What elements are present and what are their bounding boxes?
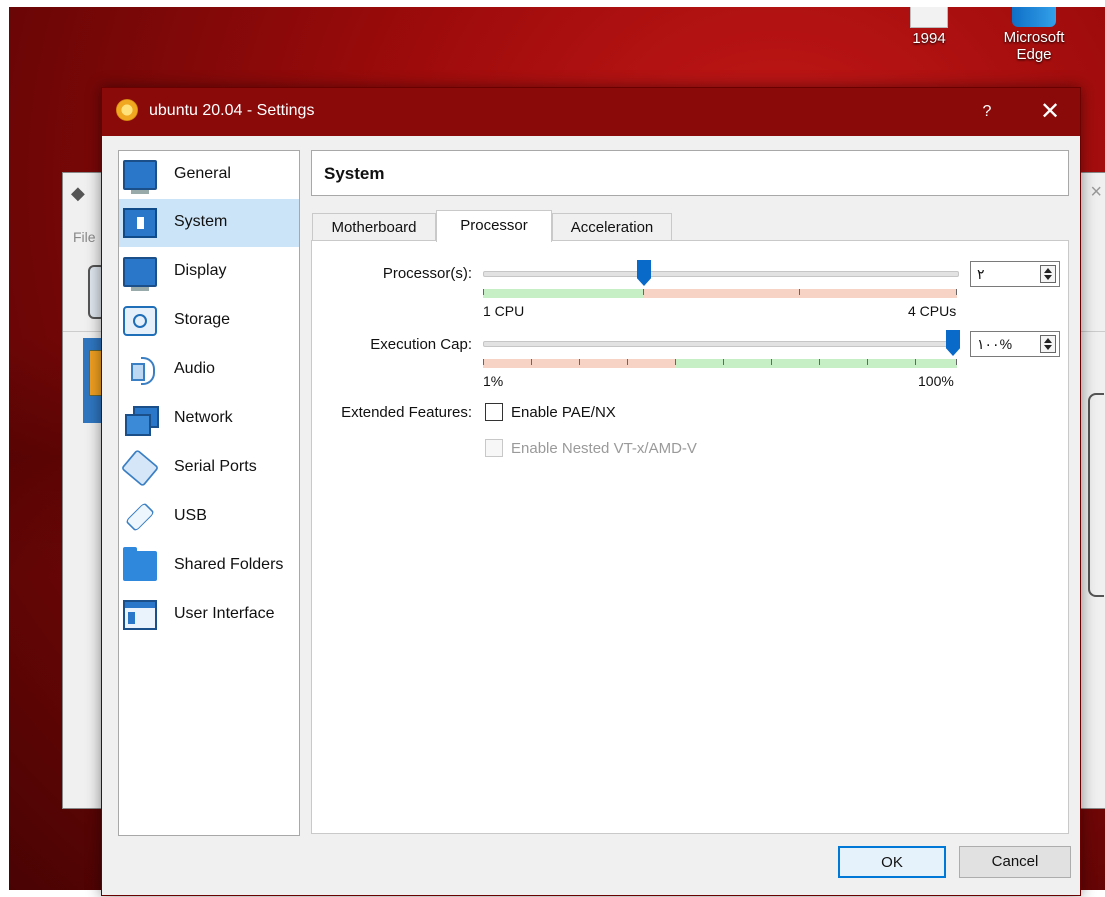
- close-icon[interactable]: ×: [1090, 181, 1102, 204]
- category-label: General: [174, 165, 231, 182]
- tab-motherboard[interactable]: Motherboard: [312, 213, 436, 241]
- tab-processor[interactable]: Processor: [436, 210, 552, 242]
- tick: [483, 289, 484, 295]
- processors-min-label: 1 CPU: [483, 303, 525, 319]
- general-icon: [123, 160, 157, 194]
- tick: [675, 359, 676, 365]
- ok-button[interactable]: OK: [838, 846, 946, 878]
- desktop-icon-label: Microsoft: [1003, 29, 1065, 46]
- menu-file[interactable]: File: [73, 229, 96, 245]
- processors-range-over: [643, 289, 957, 298]
- execution-cap-spin-buttons[interactable]: [1040, 335, 1056, 353]
- audio-icon: [123, 355, 157, 385]
- settings-gear-icon: [116, 99, 138, 121]
- desktop-icon-label: Edge: [1016, 46, 1052, 63]
- category-usb[interactable]: USB: [119, 493, 299, 541]
- category-shared-folders[interactable]: Shared Folders: [119, 542, 299, 590]
- processors-spinbox[interactable]: ٢: [970, 261, 1060, 287]
- enable-pae-nx-label[interactable]: Enable PAE/NX: [511, 404, 616, 421]
- category-label: Audio: [174, 360, 215, 377]
- system-icon: [123, 208, 157, 238]
- usb-icon: [125, 502, 155, 532]
- execution-cap-min-label: 1%: [483, 373, 504, 389]
- tick: [771, 359, 772, 365]
- category-label: USB: [174, 507, 207, 524]
- enable-nested-vt-label: Enable Nested VT-x/AMD-V: [511, 440, 697, 457]
- dialog-title: ubuntu 20.04 - Settings: [149, 102, 315, 119]
- side-panel-edge: [1088, 393, 1104, 597]
- storage-icon: [123, 306, 157, 336]
- processors-slider-thumb[interactable]: [637, 260, 651, 286]
- category-storage[interactable]: Storage: [119, 297, 299, 345]
- tick: [643, 289, 644, 295]
- category-label: Shared Folders: [174, 556, 284, 573]
- processors-spin-buttons[interactable]: [1040, 265, 1056, 283]
- enable-pae-nx-checkbox[interactable]: [485, 403, 503, 421]
- processors-range-good: [483, 289, 643, 298]
- execution-cap-spinbox[interactable]: ١٠٠%: [970, 331, 1060, 357]
- enable-nested-vt-checkbox: [485, 439, 503, 457]
- processor-tab-panel: Processor(s): 1 CPU 4 CPUs ٢ Execution C…: [311, 240, 1069, 834]
- spin-up-arrow-icon[interactable]: [1044, 268, 1052, 273]
- help-button[interactable]: ?: [972, 98, 1002, 126]
- extended-features-label: Extended Features:: [341, 404, 472, 421]
- spin-up-arrow-icon[interactable]: [1044, 338, 1052, 343]
- close-button[interactable]: ✕: [1032, 96, 1068, 128]
- category-general[interactable]: General: [119, 151, 299, 199]
- tick: [579, 359, 580, 365]
- category-label: Storage: [174, 311, 231, 328]
- tick: [956, 289, 957, 295]
- desktop-icon-label: 1994: [912, 30, 946, 47]
- category-display[interactable]: Display: [119, 248, 299, 296]
- tick: [531, 359, 532, 365]
- serial-ports-icon: [120, 448, 160, 488]
- execution-cap-value: ١٠٠%: [977, 336, 1013, 352]
- tab-acceleration[interactable]: Acceleration: [552, 213, 672, 241]
- tick: [799, 289, 800, 295]
- virtualbox-logo-icon: ◆: [71, 183, 85, 203]
- section-header: System: [311, 150, 1069, 196]
- category-label: Network: [174, 409, 233, 426]
- title-bar[interactable]: ubuntu 20.04 - Settings ? ✕: [102, 88, 1080, 136]
- tick: [819, 359, 820, 365]
- tick: [723, 359, 724, 365]
- document-icon: [910, 7, 948, 28]
- execution-cap-slider-track[interactable]: [483, 341, 959, 347]
- category-serial-ports[interactable]: Serial Ports: [119, 444, 299, 492]
- settings-category-list: General System Display Storage Audio Net…: [118, 150, 300, 836]
- tick: [956, 359, 957, 365]
- desktop-icon-microsoft-edge[interactable]: Microsoft Edge: [989, 7, 1079, 63]
- execution-cap-slider-thumb[interactable]: [946, 330, 960, 356]
- user-interface-icon: [123, 600, 157, 630]
- processors-value: ٢: [977, 266, 985, 282]
- processors-label: Processor(s):: [382, 265, 472, 282]
- spin-down-arrow-icon[interactable]: [1044, 275, 1052, 280]
- desktop-icon-1994[interactable]: 1994: [894, 7, 964, 47]
- display-icon: [123, 257, 157, 291]
- category-audio[interactable]: Audio: [119, 346, 299, 394]
- tick: [867, 359, 868, 365]
- section-title: System: [324, 164, 385, 183]
- processors-slider-track[interactable]: [483, 271, 959, 277]
- edge-icon: [1012, 7, 1056, 27]
- category-system[interactable]: System: [119, 199, 299, 247]
- execution-cap-max-label: 100%: [918, 373, 954, 389]
- category-user-interface[interactable]: User Interface: [119, 591, 299, 639]
- network-icon: [123, 404, 159, 436]
- tick: [627, 359, 628, 365]
- cancel-button[interactable]: Cancel: [959, 846, 1071, 878]
- processors-max-label: 4 CPUs: [908, 303, 957, 319]
- category-label: Serial Ports: [174, 458, 257, 475]
- tick: [915, 359, 916, 365]
- tick: [483, 359, 484, 365]
- category-label: Display: [174, 262, 227, 279]
- shared-folders-icon: [123, 547, 157, 581]
- category-label: User Interface: [174, 605, 275, 622]
- category-network[interactable]: Network: [119, 395, 299, 443]
- spin-down-arrow-icon[interactable]: [1044, 345, 1052, 350]
- settings-dialog: ubuntu 20.04 - Settings ? ✕ General Syst…: [101, 87, 1081, 896]
- category-label: System: [174, 213, 228, 230]
- execution-cap-label: Execution Cap:: [370, 336, 472, 353]
